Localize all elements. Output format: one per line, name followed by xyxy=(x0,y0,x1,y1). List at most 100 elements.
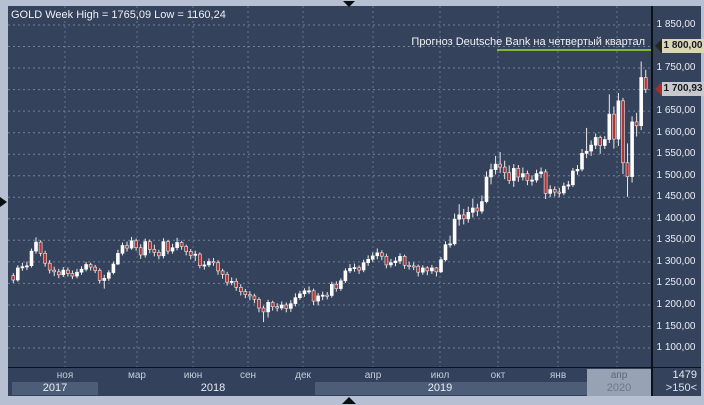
candle-down xyxy=(226,274,229,282)
price-label: 1 550,00 xyxy=(653,148,699,160)
candle-down xyxy=(462,215,465,219)
candle-down xyxy=(189,252,192,256)
candle-up xyxy=(294,298,297,304)
candle-down xyxy=(126,246,129,249)
candle-up xyxy=(103,278,106,280)
month-label: окт xyxy=(478,370,518,382)
candle-down xyxy=(53,270,56,272)
candle-up xyxy=(399,256,402,261)
axis-corner: 1479 >150< xyxy=(651,367,701,396)
candle-up xyxy=(194,254,197,255)
price-label: 1 650,00 xyxy=(653,105,699,117)
candle-down xyxy=(635,122,638,126)
candle-up xyxy=(640,78,643,126)
candle-up xyxy=(631,122,634,177)
candle-up xyxy=(144,242,147,255)
candle-up xyxy=(540,172,543,174)
candle-up xyxy=(389,263,392,265)
candle-up xyxy=(490,170,493,177)
candle-down xyxy=(244,292,247,295)
candle-down xyxy=(553,190,556,193)
candle-down xyxy=(148,242,151,250)
candle-down xyxy=(89,265,92,268)
candle-up xyxy=(339,281,342,289)
candle-up xyxy=(458,215,461,219)
candle-down xyxy=(622,101,625,163)
candle-up xyxy=(21,267,24,268)
candle-down xyxy=(198,254,201,266)
candle-down xyxy=(167,242,170,252)
candle-down xyxy=(12,276,15,280)
price-label: 1 300,00 xyxy=(653,256,699,268)
candle-up xyxy=(25,266,28,267)
price-label: 1 200,00 xyxy=(653,299,699,311)
candle-down xyxy=(380,253,383,256)
candle-up xyxy=(485,177,488,202)
year-label: 2017 xyxy=(25,382,85,395)
month-label: апр xyxy=(353,370,393,382)
candle-up xyxy=(376,253,379,256)
candle-up xyxy=(30,251,33,266)
candle-down xyxy=(239,287,242,291)
candle-down xyxy=(526,174,529,181)
candle-up xyxy=(162,242,165,256)
candle-up xyxy=(494,164,497,170)
time-axis[interactable]: ноямариюнсендекаприюлоктянв201720182019а… xyxy=(8,367,651,396)
candle-up xyxy=(421,268,424,272)
candle-up xyxy=(585,151,588,153)
last-price-tag-label: 1 700,93 xyxy=(662,82,704,96)
price-axis[interactable]: 1 850,001 750,001 650,001 600,001 550,00… xyxy=(651,6,701,396)
candle-down xyxy=(71,274,74,277)
candle-up xyxy=(367,259,370,262)
candle-up xyxy=(35,242,38,251)
candle-down xyxy=(271,302,274,306)
candle-down xyxy=(217,263,220,271)
candle-down xyxy=(558,192,561,193)
candle-up xyxy=(531,180,534,181)
candle-up xyxy=(581,153,584,169)
candle-up xyxy=(303,291,306,294)
candle-down xyxy=(412,266,415,267)
candle-up xyxy=(176,243,179,248)
candle-down xyxy=(253,296,256,299)
candlestick-chart[interactable] xyxy=(8,6,651,367)
candle-up xyxy=(449,244,452,245)
candle-down xyxy=(57,272,60,275)
candle-down xyxy=(258,299,261,308)
candle-down xyxy=(94,267,97,270)
candle-down xyxy=(403,256,406,265)
current-year-label: 2020 xyxy=(587,382,651,395)
candle-down xyxy=(221,271,224,274)
price-label: 1 600,00 xyxy=(653,127,699,139)
month-label: сен xyxy=(228,370,268,382)
candle-up xyxy=(594,137,597,145)
candle-down xyxy=(426,268,429,271)
marker-right-icon xyxy=(0,197,7,207)
candle-up xyxy=(317,296,320,301)
candle-down xyxy=(435,268,438,272)
candle-up xyxy=(289,304,292,309)
candle-up xyxy=(62,270,65,275)
candle-up xyxy=(85,265,88,270)
candle-down xyxy=(612,114,615,139)
candle-up xyxy=(171,248,174,251)
tag-arrow-icon xyxy=(655,39,662,53)
candle-down xyxy=(139,248,142,255)
candle-up xyxy=(535,174,538,181)
candle-up xyxy=(298,294,301,298)
price-label: 1 850,00 xyxy=(653,19,699,31)
price-label: 1 400,00 xyxy=(653,213,699,225)
year-label: 2018 xyxy=(183,382,243,395)
month-label: ноя xyxy=(45,370,85,382)
candle-down xyxy=(185,246,188,251)
candle-up xyxy=(576,169,579,171)
candle-down xyxy=(326,295,329,296)
candle-up xyxy=(207,262,210,265)
marker-down-icon xyxy=(343,1,355,7)
month-label: мар xyxy=(117,370,157,382)
candle-up xyxy=(480,202,483,212)
candle-down xyxy=(212,262,215,263)
candle-up xyxy=(440,260,443,272)
candle-up xyxy=(76,272,79,276)
candle-up xyxy=(571,171,574,185)
